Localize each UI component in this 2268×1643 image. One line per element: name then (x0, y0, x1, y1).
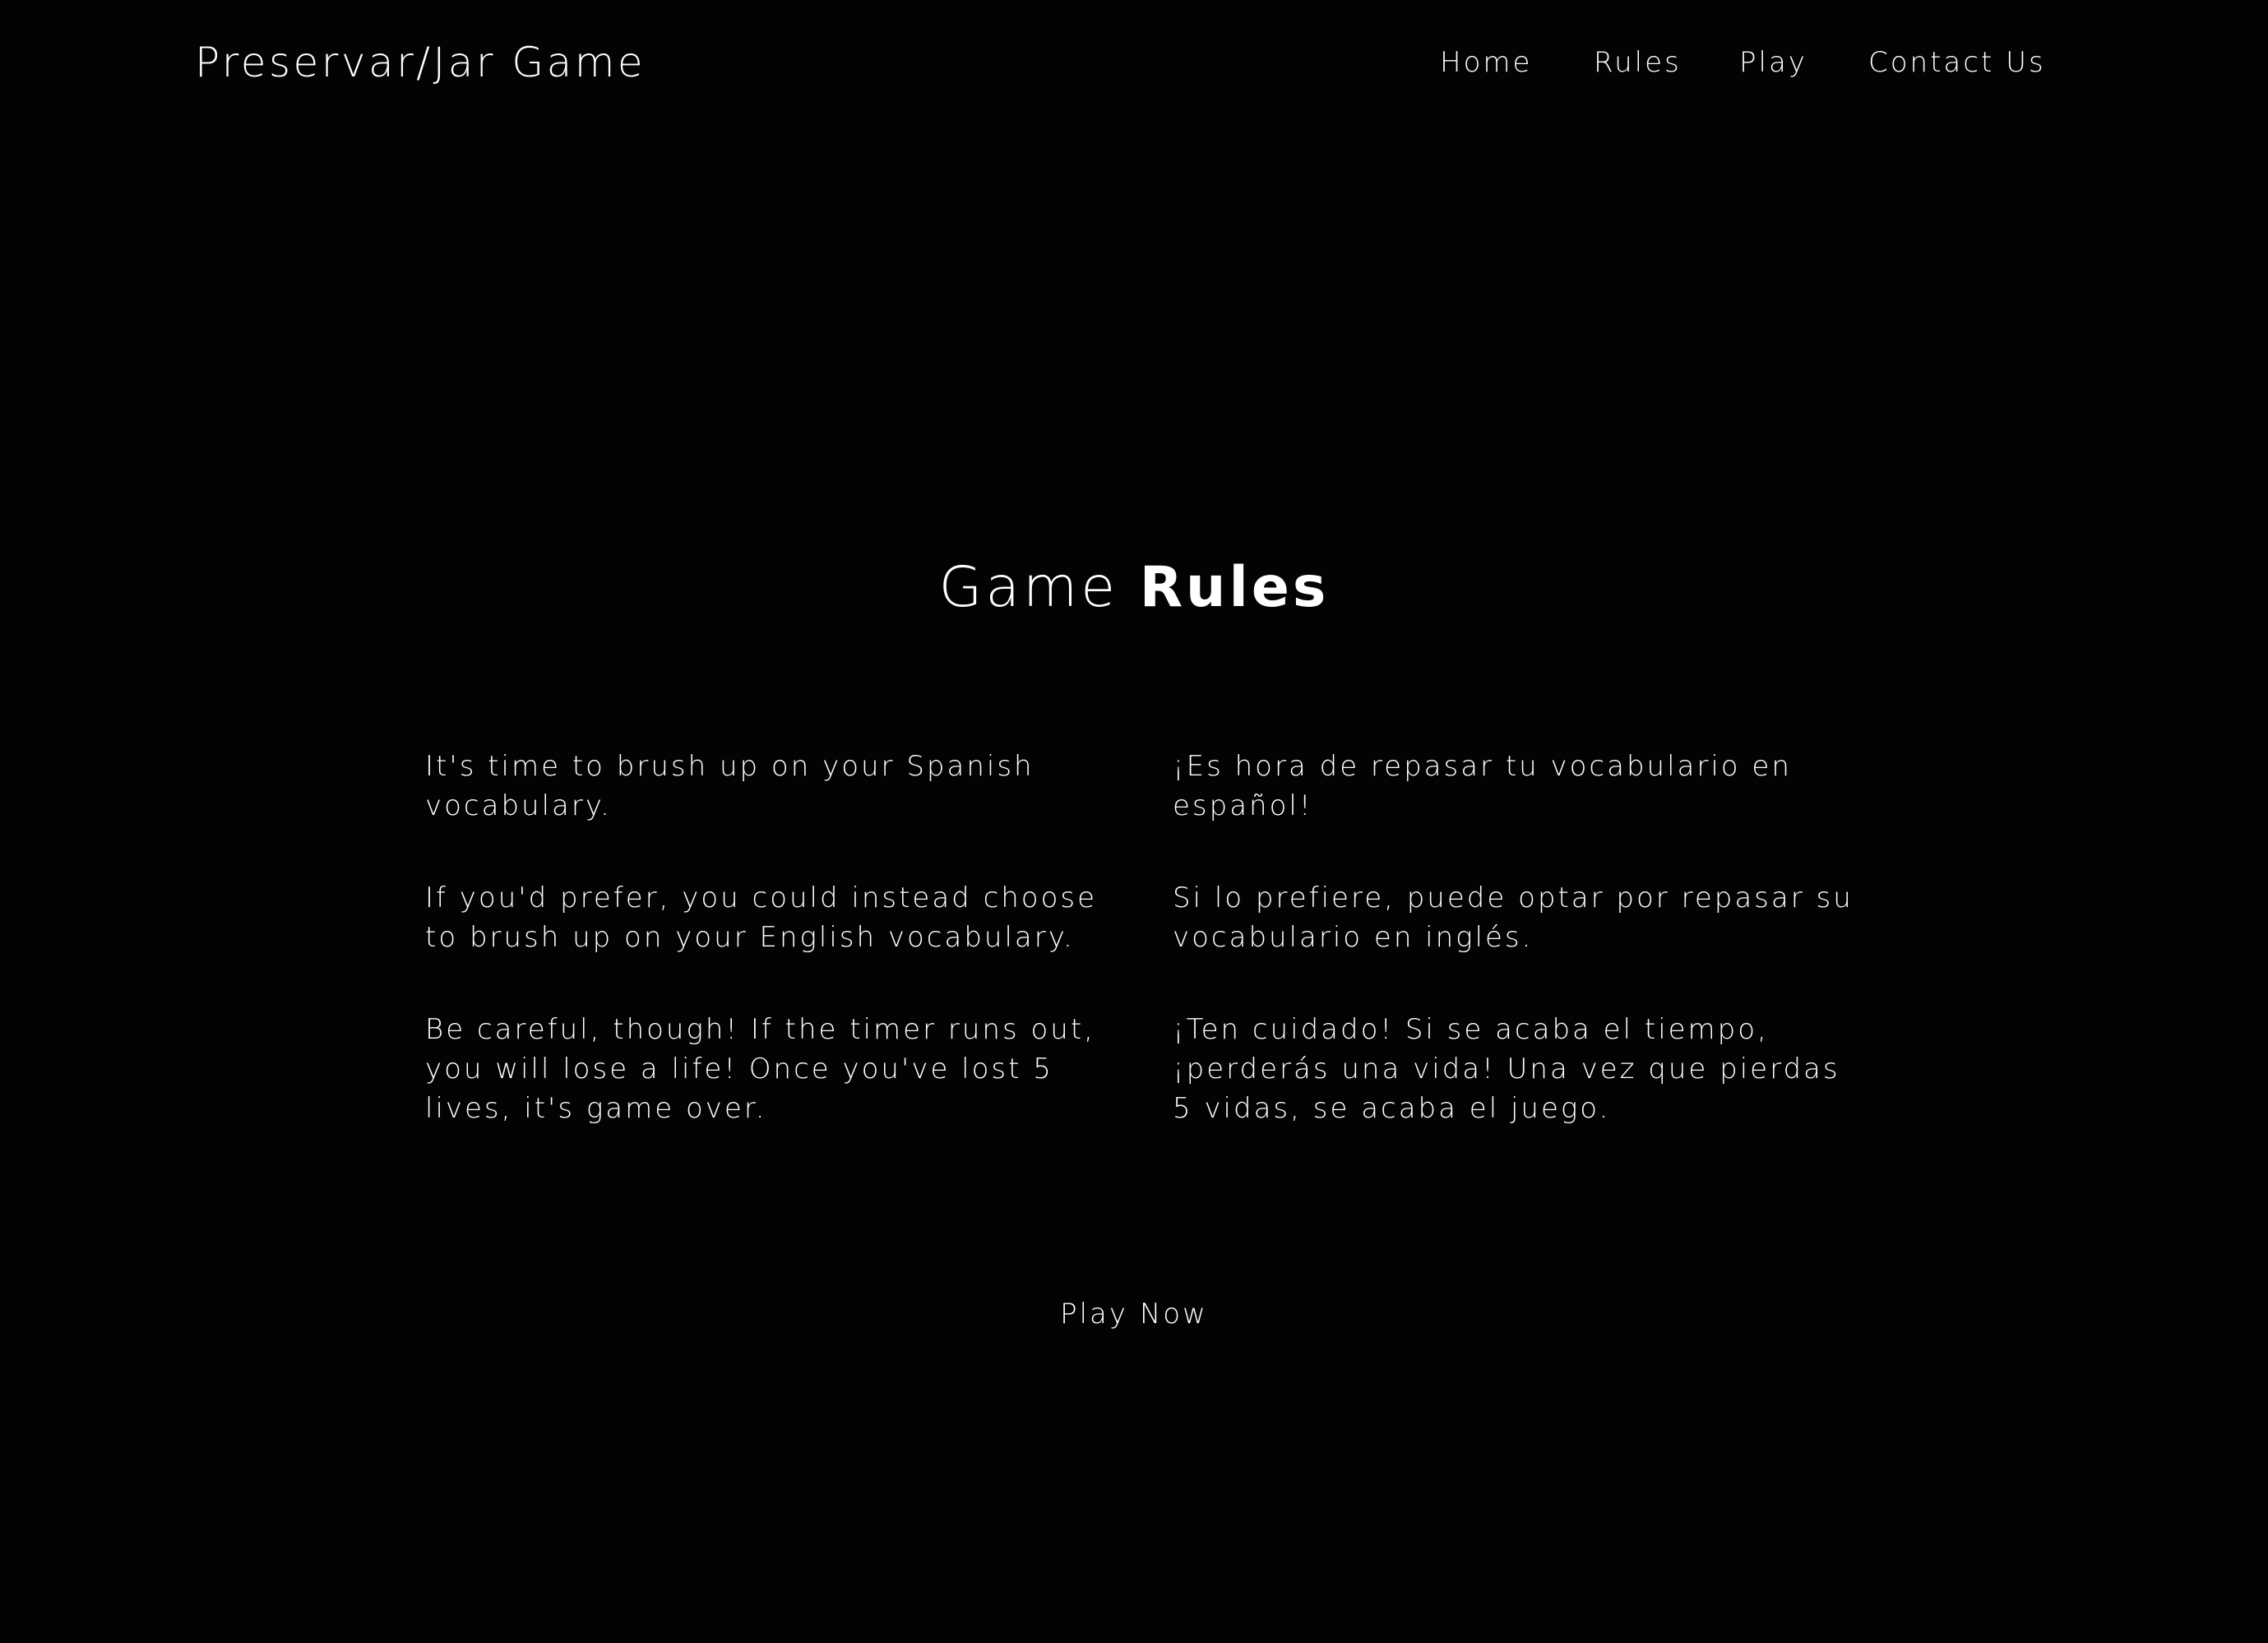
nav-home-link[interactable]: Home (1440, 38, 1532, 87)
rules-english-column: It's time to brush up on your Spanish vo… (425, 747, 1124, 1181)
rules-spanish-column: ¡Es hora de repasar tu vocabulario en es… (1173, 747, 1872, 1181)
page: Preservar/Jar Game Home Rules Play Conta… (0, 0, 2268, 1643)
nav-contact-link[interactable]: Contact Us (1868, 38, 2046, 87)
rule-spanish-warning: ¡Ten cuidado! Si se acaba el tiempo, ¡pe… (1173, 1013, 1840, 1125)
play-now-container: Play Now (0, 1289, 2268, 1339)
page-title: Game Rules (0, 543, 2268, 633)
site-header: Preservar/Jar Game Home Rules Play Conta… (0, 0, 2268, 125)
play-now-button[interactable]: Play Now (1060, 1298, 1208, 1331)
nav-play-link[interactable]: Play (1739, 38, 1807, 87)
rule-english-intro: It's time to brush up on your Spanish vo… (425, 750, 1034, 822)
nav-rules-link[interactable]: Rules (1594, 38, 1682, 87)
rule-spanish-intro: ¡Es hora de repasar tu vocabulario en es… (1173, 750, 1792, 822)
page-title-bold: Rules (1139, 555, 1330, 620)
main-nav: Home Rules Play Contact Us (0, 38, 2268, 87)
page-title-light: Game (938, 555, 1140, 620)
rule-english-option: If you'd prefer, you could instead choos… (425, 882, 1098, 954)
rule-english-warning: Be careful, though! If the timer runs ou… (425, 1013, 1095, 1125)
rule-spanish-option: Si lo prefiere, puede optar por repasar … (1173, 882, 1854, 954)
